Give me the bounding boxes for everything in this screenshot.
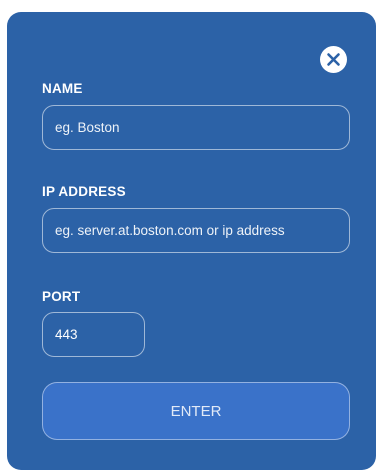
enter-button[interactable]: ENTER [42, 382, 350, 440]
name-input[interactable] [42, 105, 350, 150]
close-button[interactable] [320, 46, 347, 73]
port-input[interactable] [42, 312, 145, 357]
port-label: PORT [42, 289, 81, 304]
add-server-dialog: NAME IP ADDRESS PORT ENTER [7, 12, 376, 470]
close-icon [327, 53, 340, 66]
name-label: NAME [42, 81, 83, 96]
ip-address-label: IP ADDRESS [42, 184, 126, 199]
ip-address-input[interactable] [42, 208, 350, 253]
